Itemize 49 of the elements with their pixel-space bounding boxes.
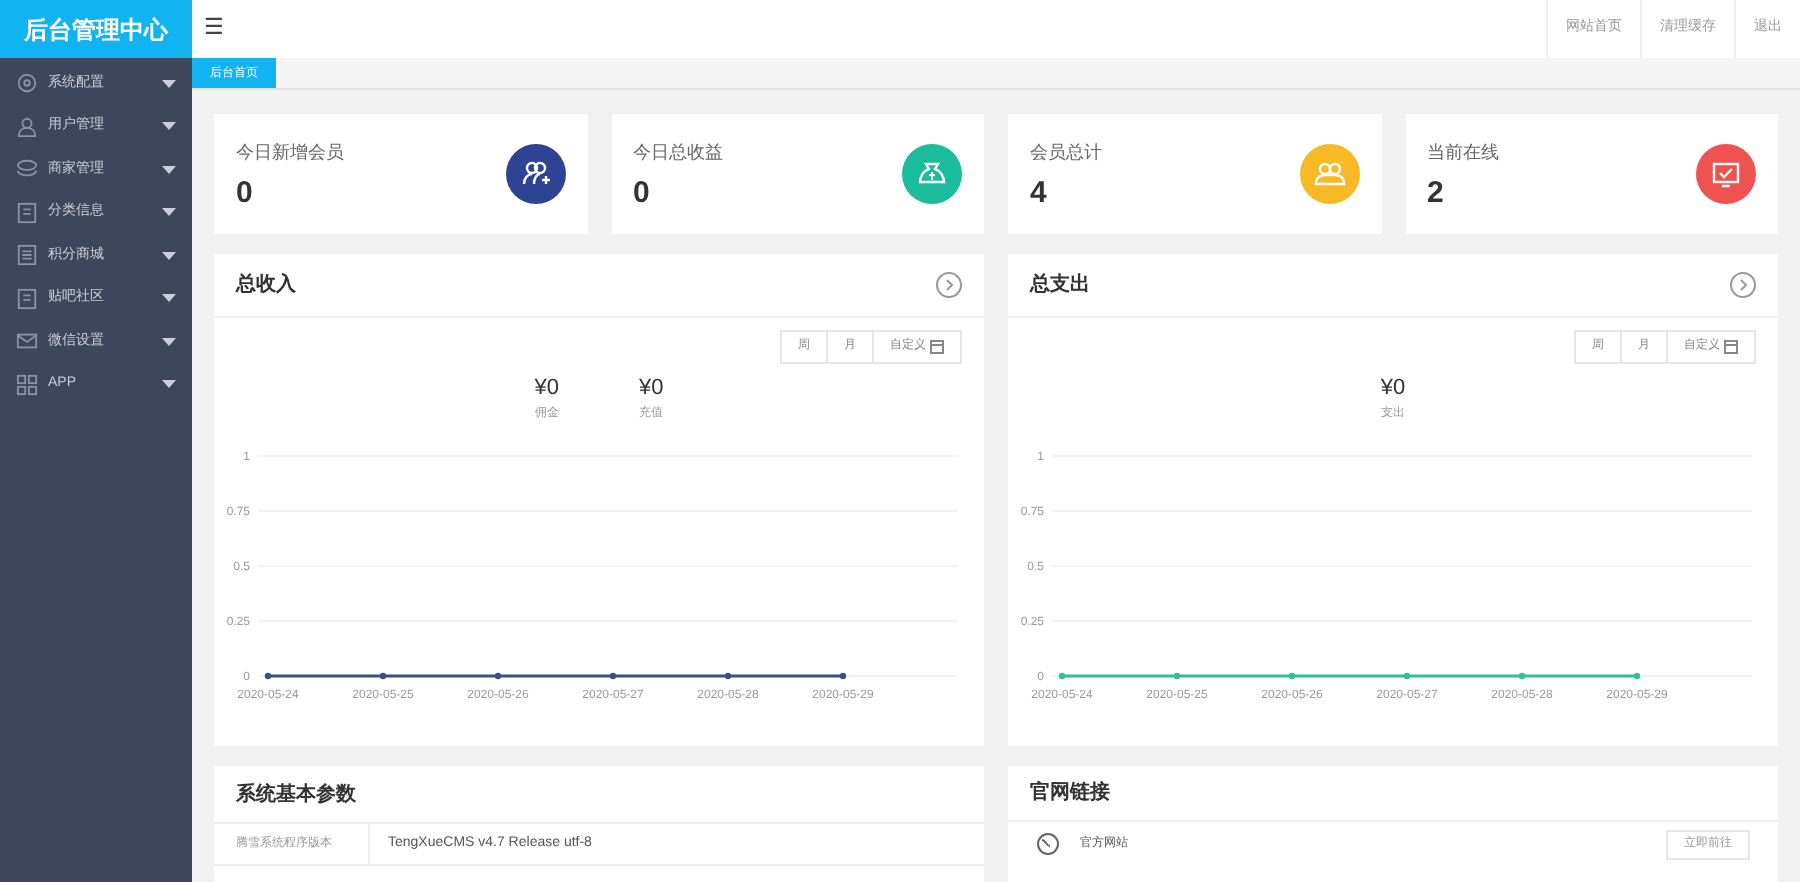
caret-icon	[162, 380, 176, 389]
panel-title: 总支出	[1030, 271, 1090, 300]
stat-label: 今日总收益	[633, 139, 723, 166]
document-icon	[16, 201, 38, 224]
total-amount: ¥0	[534, 374, 559, 404]
logo: 后台管理中心	[0, 0, 192, 58]
caret-icon	[162, 208, 176, 217]
total-amount: ¥0	[1380, 374, 1406, 404]
data-point	[1173, 671, 1181, 679]
total-amount: ¥0	[639, 374, 664, 404]
stat-label: 当前在线	[1427, 139, 1499, 166]
menu-icon[interactable]: ☰	[204, 18, 224, 40]
stat-value: 4	[1030, 178, 1049, 209]
stat-value: 0	[236, 178, 255, 209]
stat-label: 会员总计	[1030, 139, 1102, 166]
data-point	[724, 671, 732, 679]
panel-title: 系统基本参数	[236, 781, 356, 809]
document-icon	[16, 287, 38, 310]
data-point	[1403, 671, 1411, 679]
data-point	[1633, 671, 1641, 679]
list-icon	[16, 244, 38, 267]
user-icon	[16, 115, 38, 138]
data-point	[494, 671, 502, 679]
grid-icon	[16, 373, 38, 396]
database-icon	[16, 158, 38, 181]
data-point	[609, 671, 617, 679]
data-point	[264, 671, 272, 679]
data-point	[379, 671, 387, 679]
data-point	[1518, 671, 1526, 679]
gear-icon	[16, 72, 38, 95]
arrow-circle-icon[interactable]	[1730, 272, 1756, 298]
caret-icon	[162, 337, 176, 346]
data-point	[839, 671, 847, 679]
stat-value: 2	[1427, 178, 1446, 209]
caret-icon	[162, 122, 176, 131]
envelope-icon	[16, 330, 38, 353]
data-point	[1288, 671, 1296, 679]
caret-icon	[162, 165, 176, 174]
caret-icon	[162, 251, 176, 260]
panel-title: 总收入	[236, 271, 296, 300]
data-point	[1058, 671, 1066, 679]
calendar-icon	[930, 340, 944, 354]
stat-label: 今日新增会员	[236, 139, 344, 166]
calendar-icon	[1724, 340, 1738, 354]
arrow-circle-icon[interactable]	[936, 272, 962, 298]
caret-icon	[162, 79, 176, 88]
caret-icon	[162, 294, 176, 303]
panel-title: 官网链接	[1030, 778, 1110, 808]
stat-value: 0	[633, 178, 652, 209]
